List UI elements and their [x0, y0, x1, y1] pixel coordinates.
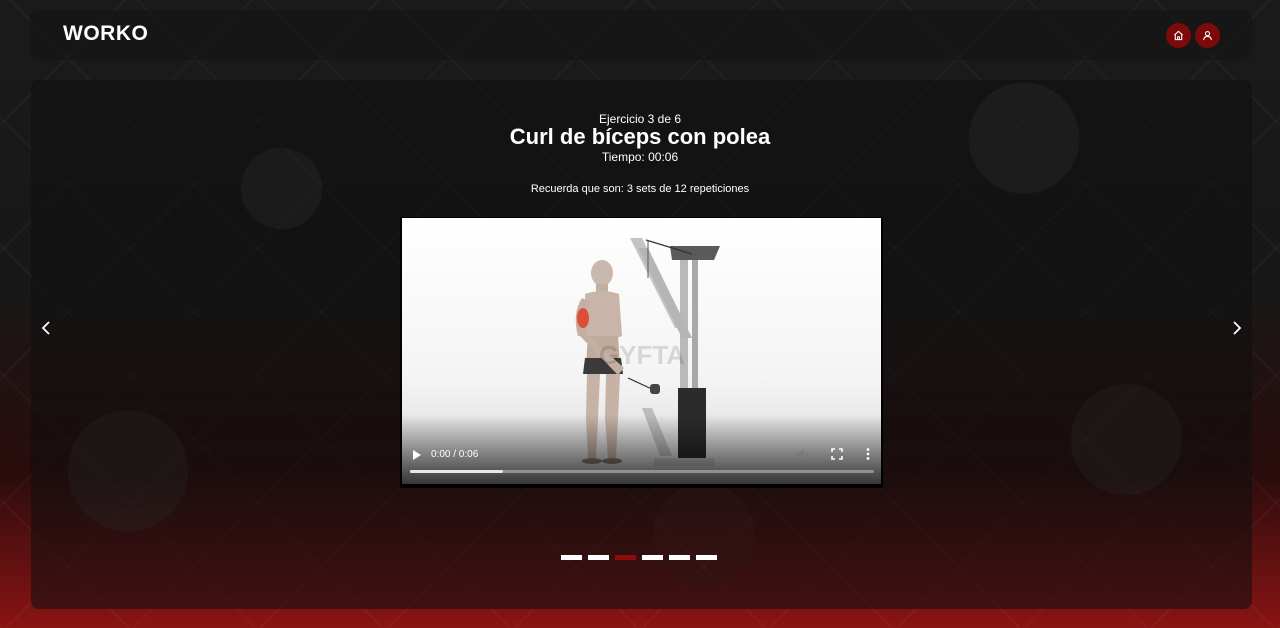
- volume-icon[interactable]: [796, 447, 810, 461]
- fullscreen-icon[interactable]: [830, 447, 844, 461]
- exercise-title: Curl de bíceps con polea: [509, 124, 771, 149]
- carousel-dot[interactable]: [588, 555, 609, 560]
- carousel-dot[interactable]: [642, 555, 663, 560]
- carousel-dot[interactable]: [561, 555, 582, 560]
- profile-button[interactable]: [1195, 23, 1220, 48]
- play-icon[interactable]: [410, 448, 424, 462]
- exercise-timer: Tiempo: 00:06: [601, 150, 679, 164]
- user-icon: [1203, 31, 1212, 41]
- next-arrow-icon[interactable]: [1226, 318, 1246, 338]
- video-progress-fill: [410, 470, 503, 473]
- carousel-indicators: [561, 555, 717, 560]
- carousel-dot[interactable]: [615, 555, 636, 560]
- top-bar: [30, 10, 1252, 60]
- app-logo[interactable]: WORKO: [63, 22, 148, 46]
- prev-arrow-icon[interactable]: [37, 318, 57, 338]
- video-controls: 0:00 / 0:06: [402, 443, 881, 483]
- video-watermark: GYFTA: [599, 340, 685, 370]
- carousel-dot[interactable]: [669, 555, 690, 560]
- carousel-dot[interactable]: [696, 555, 717, 560]
- video-time-display: 0:00 / 0:06: [431, 449, 479, 460]
- sets-reminder: Recuerda que son: 3 sets de 12 repeticio…: [530, 183, 750, 195]
- home-button[interactable]: [1166, 23, 1191, 48]
- video-progress-bar[interactable]: [410, 470, 874, 473]
- exercise-video-player[interactable]: GYFTA 0:00 / 0:06: [400, 217, 883, 488]
- home-icon: [1174, 30, 1183, 41]
- more-options-icon[interactable]: [862, 447, 874, 461]
